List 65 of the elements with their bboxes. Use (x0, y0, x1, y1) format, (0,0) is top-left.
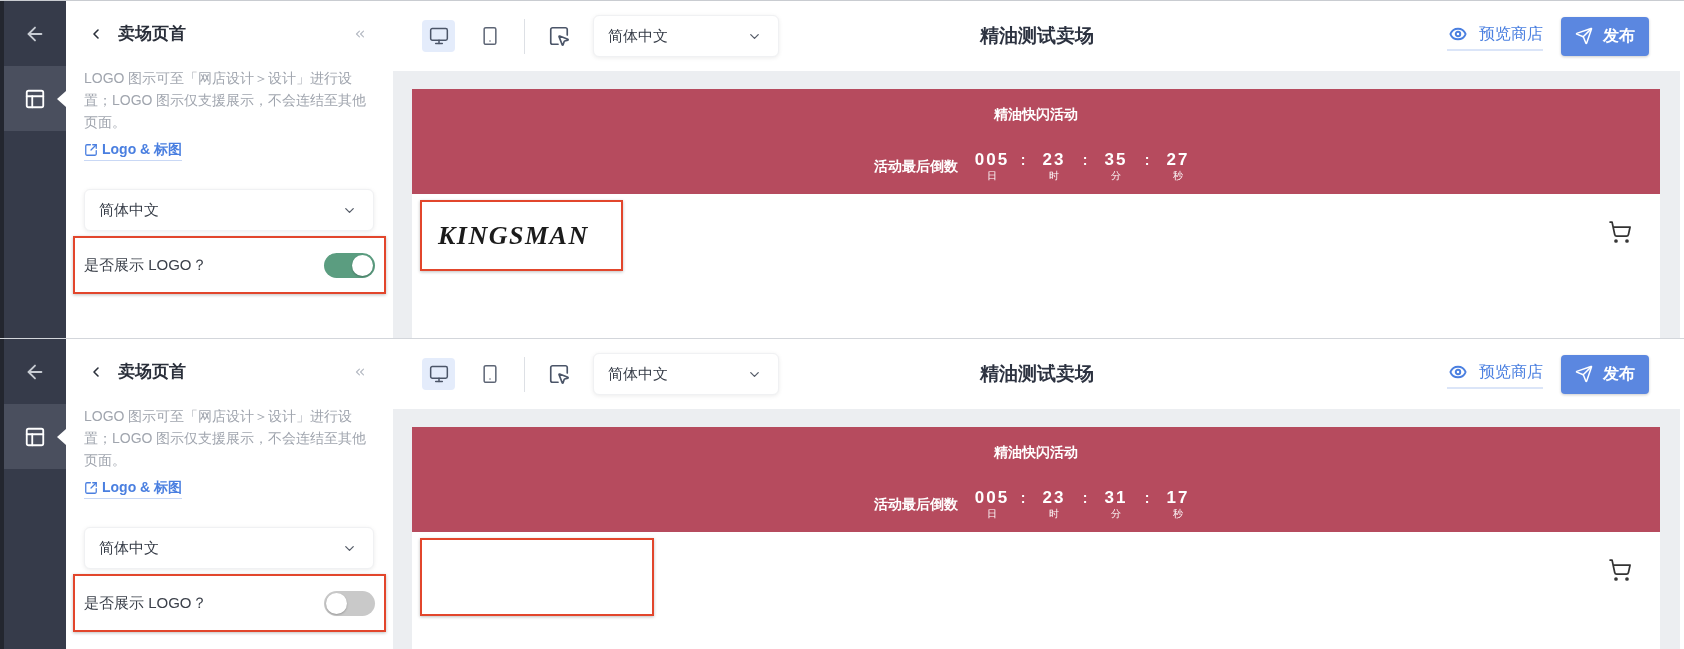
preview-store-link[interactable]: 预览商店 (1447, 359, 1543, 389)
countdown-unit: 时 (1049, 170, 1059, 182)
publish-button[interactable]: 发布 (1561, 16, 1649, 56)
countdown-separator: : (1143, 489, 1151, 508)
description-text: LOGO 图示可至「网店设计＞设计」进行设置；LOGO 图示仅支援展示，不会连结至其他页面。 (84, 69, 368, 132)
logo-link[interactable]: Logo & 标图 (84, 477, 183, 499)
external-link-icon (84, 480, 98, 495)
external-link-icon (84, 142, 98, 157)
rail-item[interactable] (4, 66, 66, 131)
countdown-separator: : (1019, 151, 1027, 170)
countdown-label: 活动最后倒数 (874, 156, 958, 176)
countdown-value: 27 (1166, 150, 1190, 170)
countdown-value: 23 (1042, 488, 1066, 508)
paper-plane-icon (1575, 365, 1593, 383)
double-chevron-left-icon (353, 365, 367, 379)
monitor-icon (428, 26, 449, 46)
toggle-label: 是否展示 LOGO？ (84, 592, 207, 613)
countdown-value: 17 (1166, 488, 1190, 508)
countdown-unit: 秒 (1173, 508, 1183, 520)
panel-title: 卖场页首 (118, 23, 186, 46)
paper-plane-icon (1575, 27, 1593, 45)
layout-icon (24, 87, 46, 110)
language-select[interactable]: 简体中文 (84, 527, 374, 569)
monitor-icon (428, 364, 449, 384)
countdown-separator: : (1081, 489, 1089, 508)
store-logo: KINGSMAN (438, 220, 589, 252)
countdown-separator: : (1081, 151, 1089, 170)
language-select[interactable]: 简体中文 (84, 189, 374, 231)
publish-button[interactable]: 发布 (1561, 354, 1649, 394)
countdown-unit: 秒 (1173, 170, 1183, 182)
countdown-separator: : (1019, 489, 1027, 508)
description-text: LOGO 图示可至「网店设计＞设计」进行设置；LOGO 图示仅支援展示，不会连结至其他页面。 (84, 407, 368, 470)
cursor-square-icon (547, 363, 570, 385)
countdown-label: 活动最后倒数 (874, 494, 958, 514)
countdown-unit: 日 (987, 170, 997, 182)
countdown-value: 005 (974, 488, 1010, 508)
countdown-unit: 时 (1049, 508, 1059, 520)
toggle-switch[interactable] (324, 590, 375, 616)
countdown-unit: 分 (1111, 508, 1121, 520)
cursor-square-icon (547, 25, 570, 47)
cart-icon[interactable] (1608, 220, 1632, 244)
store-title: 精油测试卖场 (979, 23, 1094, 48)
desktop-view-button[interactable] (422, 20, 455, 52)
countdown-value: 005 (974, 150, 1010, 170)
store-title: 精油测试卖场 (979, 361, 1094, 386)
double-chevron-left-icon (353, 27, 367, 41)
countdown-value: 31 (1104, 488, 1128, 508)
toggle-label: 是否展示 LOGO？ (84, 254, 207, 275)
panel-title: 卖场页首 (118, 361, 186, 384)
logo-link[interactable]: Logo & 标图 (84, 139, 183, 161)
banner-title: 精油快闪活动 (994, 443, 1078, 461)
countdown-value: 23 (1042, 150, 1066, 170)
language-select[interactable]: 简体中文 (593, 15, 779, 57)
countdown-value: 35 (1104, 150, 1128, 170)
layout-icon (24, 425, 46, 448)
desktop-view-button[interactable] (422, 358, 455, 390)
countdown-unit: 分 (1111, 170, 1121, 182)
banner-title: 精油快闪活动 (994, 105, 1078, 123)
language-select[interactable]: 简体中文 (593, 353, 779, 395)
rail-item[interactable] (4, 404, 66, 469)
cart-icon[interactable] (1608, 558, 1632, 582)
countdown-separator: : (1143, 151, 1151, 170)
toggle-switch[interactable] (324, 252, 375, 278)
countdown-unit: 日 (987, 508, 997, 520)
preview-store-link[interactable]: 预览商店 (1447, 21, 1543, 51)
